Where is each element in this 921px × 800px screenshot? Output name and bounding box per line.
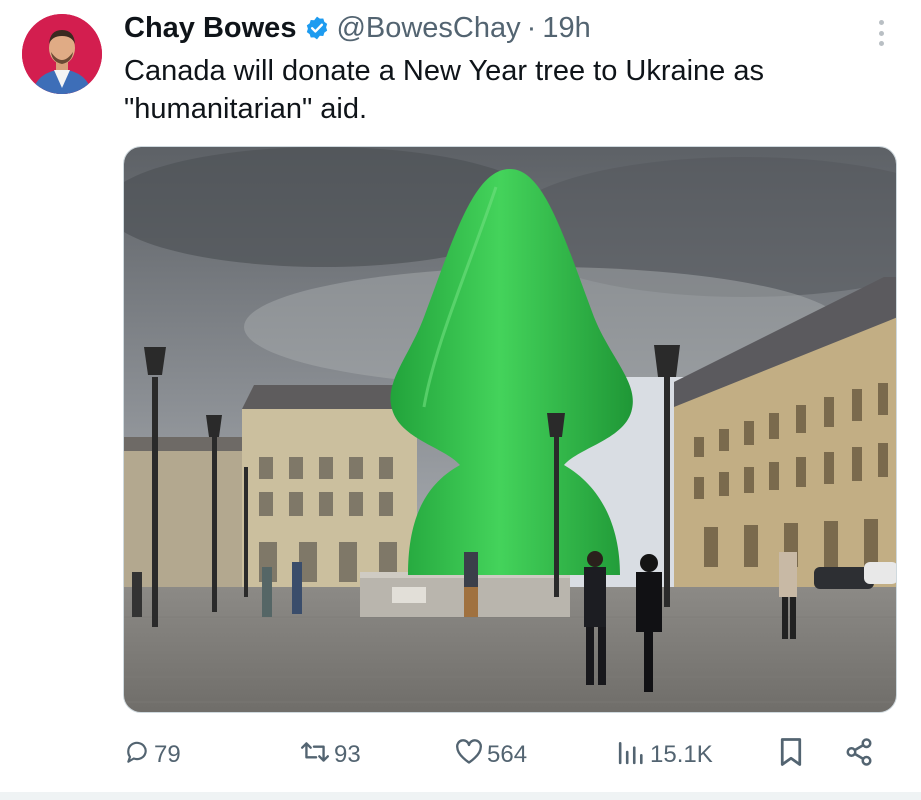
tweet-image[interactable] [123, 146, 897, 713]
photo-tree-in-square [124, 147, 896, 712]
avatar[interactable] [22, 14, 102, 94]
separator-dot: · [526, 12, 537, 44]
like-count: 564 [487, 741, 528, 768]
reply-icon [124, 739, 154, 772]
views-count: 15.1K [650, 741, 713, 768]
like-icon [455, 738, 487, 772]
verified-icon [304, 15, 330, 41]
reply-count: 79 [154, 741, 181, 768]
action-bar: 79 93 564 15.1K [122, 736, 882, 774]
retweet-icon [300, 739, 334, 772]
share-icon [844, 737, 878, 774]
tweet-text: Canada will donate a New Year tree to Uk… [124, 55, 764, 125]
tweet-header: Chay Bowes @BowesChay · 19h [124, 8, 591, 48]
share-button[interactable] [844, 736, 878, 774]
timestamp[interactable]: 19h [542, 8, 590, 48]
views-icon [616, 739, 650, 772]
views-button[interactable]: 15.1K [616, 736, 713, 774]
like-button[interactable]: 564 [455, 736, 527, 774]
bookmark-icon [778, 737, 808, 774]
retweet-button[interactable]: 93 [300, 736, 361, 774]
reply-button[interactable]: 79 [124, 736, 181, 774]
author-name[interactable]: Chay Bowes [124, 8, 296, 48]
author-handle[interactable]: @BowesChay [336, 8, 520, 48]
divider [0, 792, 921, 800]
more-icon[interactable] [870, 16, 892, 50]
tweet-card[interactable]: Chay Bowes @BowesChay · 19h Canada will … [0, 0, 921, 800]
retweet-count: 93 [334, 741, 361, 768]
avatar-photo [22, 14, 102, 94]
bookmark-button[interactable] [778, 736, 808, 774]
